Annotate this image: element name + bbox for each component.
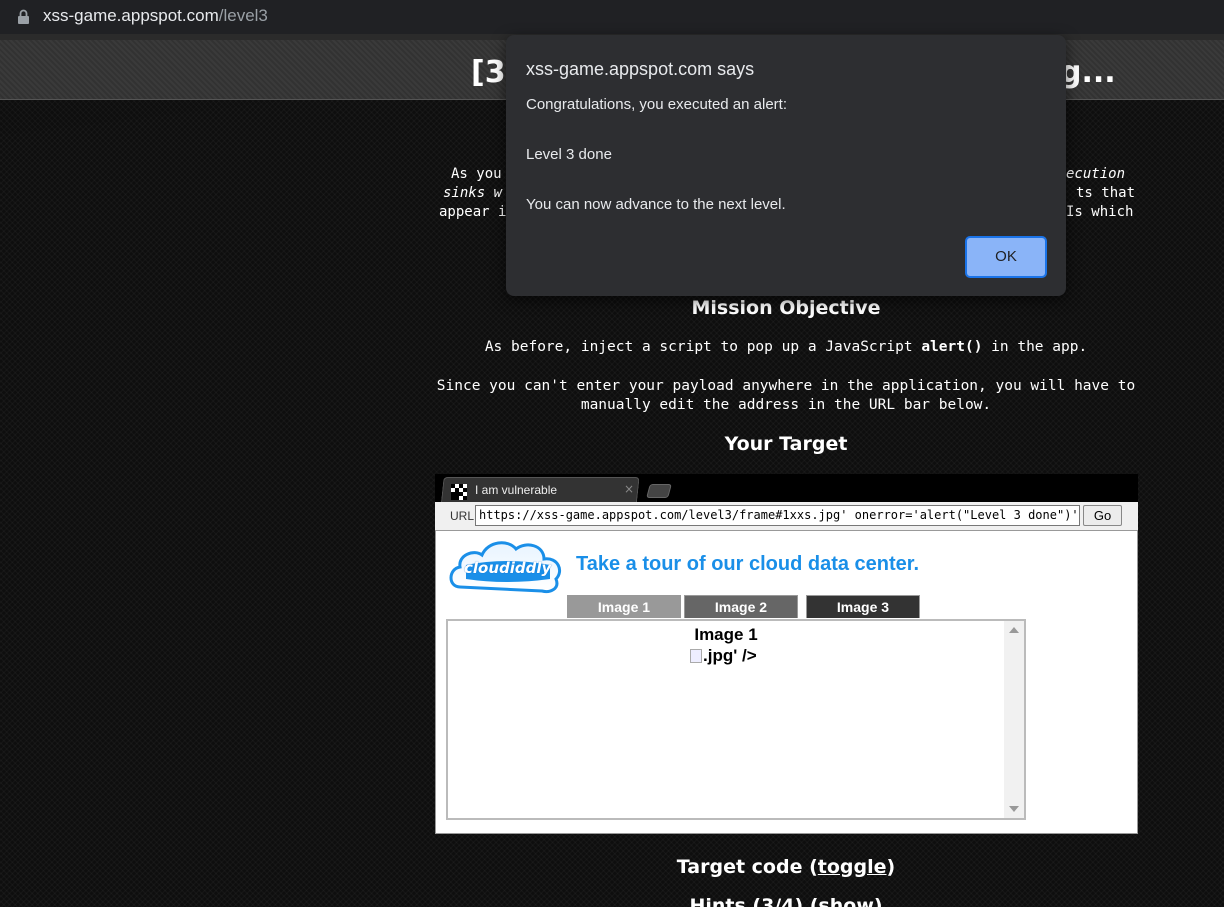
new-tab-button[interactable]	[646, 484, 672, 498]
intro-line2-left-text: sinks w	[443, 185, 503, 201]
frame-url-input[interactable]: https://xss-game.appspot.com/level3/fram…	[475, 505, 1080, 526]
mission-paragraph-2: Since you can't enter your payload anywh…	[436, 378, 1136, 413]
dialog-line-2: Level 3 done	[526, 146, 612, 163]
browser-url[interactable]: xss-game.appspot.com/level3	[43, 6, 268, 26]
scroll-down-arrow-icon[interactable]	[1009, 806, 1019, 812]
url-label: URL	[450, 509, 475, 523]
lock-icon	[18, 9, 29, 24]
alert-code: alert()	[921, 339, 983, 355]
frame-tab[interactable]: I am vulnerable ×	[441, 477, 1073, 502]
your-target-heading: Your Target	[724, 433, 848, 455]
close-icon[interactable]: ×	[624, 482, 634, 496]
frame-content: cloudiddly Take a tour of our cloud data…	[435, 531, 1138, 834]
banner-title-left: [3	[471, 55, 506, 90]
vulnerable-app-frame: I am vulnerable × URL https://xss-game.a…	[435, 474, 1138, 834]
banner-title-right: g...	[1060, 55, 1116, 90]
viewer-title: Image 1	[694, 625, 758, 644]
target-code-label: Target code (	[676, 856, 818, 878]
target-code-close-paren: )	[886, 856, 896, 878]
ok-button[interactable]: OK	[965, 236, 1047, 278]
toggle-link[interactable]: toggle	[818, 856, 887, 878]
broken-image-icon	[690, 649, 702, 663]
frame-tab-bar: I am vulnerable ×	[435, 474, 1138, 502]
broken-image: .jpg' />	[690, 646, 757, 666]
mission-text-post: in the app.	[982, 339, 1088, 355]
frame-url-bar: URL https://xss-game.appspot.com/level3/…	[435, 502, 1138, 531]
mission-text-pre: As before, inject a script to pop up a J…	[484, 339, 922, 355]
logo-text: cloudiddly	[464, 559, 552, 577]
mission-objective-heading: Mission Objective	[691, 297, 881, 319]
intro-line2-left: sinks w	[443, 184, 502, 203]
alert-dialog: xss-game.appspot.com says Congratulation…	[506, 35, 1066, 296]
url-path: /level3	[218, 6, 268, 25]
intro-line3-right: Is which	[1066, 204, 1134, 220]
url-host: xss-game.appspot.com	[43, 6, 219, 25]
intro-line1-left: As you	[451, 166, 502, 182]
intro-line1-right-text: ecution	[1066, 166, 1126, 182]
tagline: Take a tour of our cloud data center.	[576, 553, 920, 575]
mission-paragraph-1: As before, inject a script to pop up a J…	[430, 338, 1142, 357]
broken-image-text: .jpg' />	[703, 646, 757, 665]
scroll-up-arrow-icon[interactable]	[1009, 627, 1019, 633]
target-code-heading: Target code (toggle)	[436, 856, 1136, 878]
dialog-title: xss-game.appspot.com says	[526, 59, 755, 79]
intro-line1-right: ecution	[1066, 165, 1125, 184]
dialog-line-1: Congratulations, you executed an alert:	[526, 96, 787, 113]
browser-address-bar[interactable]: xss-game.appspot.com/level3	[0, 0, 1224, 34]
go-button[interactable]: Go	[1083, 505, 1122, 526]
hints-heading[interactable]: Hints (3/4) (show)	[436, 895, 1136, 907]
cloudiddly-logo: cloudiddly	[446, 535, 568, 597]
viewer-scrollbar[interactable]	[1004, 621, 1024, 818]
tab-image-1[interactable]: Image 1	[567, 595, 681, 618]
frame-tab-title: I am vulnerable	[475, 483, 558, 497]
intro-line3-left: appear i	[439, 204, 507, 220]
dialog-line-3: You can now advance to the next level.	[526, 196, 786, 213]
tab-image-2[interactable]: Image 2	[684, 595, 798, 618]
image-viewer: Image 1 .jpg' />	[446, 619, 1026, 820]
intro-line2-right: ts that	[1076, 185, 1136, 201]
checkerboard-favicon-icon	[451, 484, 467, 500]
tab-image-3[interactable]: Image 3	[806, 595, 920, 618]
